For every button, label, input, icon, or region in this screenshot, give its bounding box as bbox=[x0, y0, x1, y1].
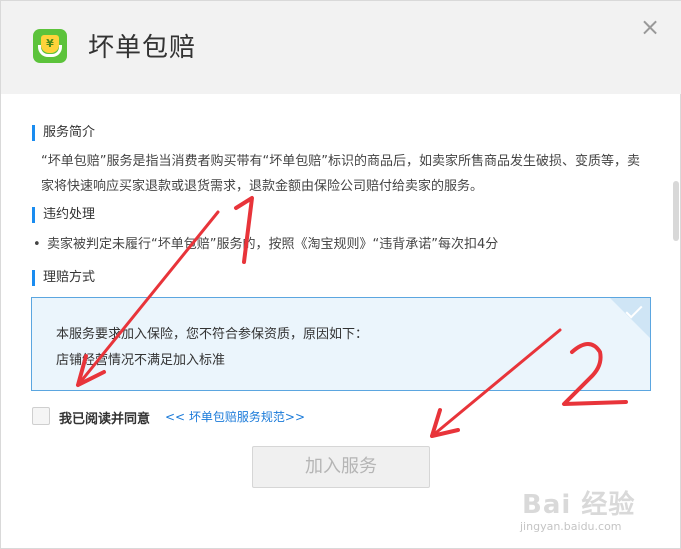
dialog: ¥ 坏单包赔 × 服务简介 “坏单包赔”服务是指当消费者购买带有“坏单包赔”标识… bbox=[0, 0, 681, 549]
intro-text: “坏单包赔”服务是指当消费者购买带有“坏单包赔”标识的商品后，如卖家所售商品发生… bbox=[41, 154, 640, 194]
agree-checkbox[interactable] bbox=[32, 407, 50, 425]
section-violation-title: 违约处理 bbox=[32, 207, 95, 223]
compensation-logo-icon: ¥ bbox=[33, 29, 67, 63]
watermark-url: jingyan.baidu.com bbox=[520, 520, 622, 533]
notice-line-2: 店铺经营情况不满足加入标准 bbox=[56, 353, 226, 368]
dialog-title: 坏单包赔 bbox=[88, 33, 197, 63]
section-intro-title: 服务简介 bbox=[32, 125, 95, 141]
agreement-link[interactable]: << 坏单包赔服务规范>> bbox=[165, 408, 305, 425]
agree-label[interactable]: 我已阅读并同意 bbox=[59, 408, 150, 427]
notice-line-1: 本服务要求加入保险，您不符合参保资质，原因如下： bbox=[56, 327, 369, 342]
close-icon[interactable]: × bbox=[639, 15, 661, 39]
watermark-brand: Bai 经验 bbox=[522, 490, 636, 520]
section-claim-title: 理赔方式 bbox=[32, 270, 95, 286]
notice-box: 本服务要求加入保险，您不符合参保资质，原因如下： 店铺经营情况不满足加入标准 bbox=[31, 297, 651, 391]
violation-item: 卖家被判定未履行“坏单包赔”服务的，按照《淘宝规则》“违背承诺”每次扣4分 bbox=[33, 235, 498, 255]
join-service-button[interactable]: 加入服务 bbox=[252, 446, 430, 488]
hand-icon bbox=[38, 45, 62, 57]
dialog-header: ¥ 坏单包赔 × bbox=[1, 1, 681, 94]
scrollbar[interactable] bbox=[673, 181, 679, 241]
